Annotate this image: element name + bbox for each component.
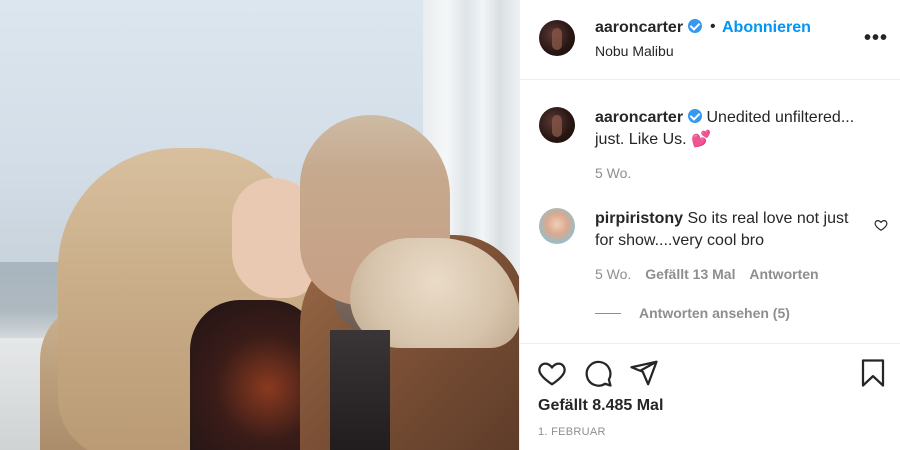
caption-timestamp[interactable]: 5 Wo. bbox=[595, 165, 631, 181]
post-header: aaroncarter • Abonnieren Nobu Malibu ••• bbox=[520, 0, 900, 80]
view-replies-button[interactable]: Antworten ansehen (5) bbox=[595, 305, 790, 321]
comment-likes-count[interactable]: Gefällt 13 Mal bbox=[645, 266, 735, 282]
author-username[interactable]: aaroncarter bbox=[595, 19, 703, 37]
author-avatar[interactable] bbox=[539, 20, 575, 56]
verified-badge-icon bbox=[688, 109, 703, 123]
separator-dot: • bbox=[710, 18, 716, 35]
bookmark-icon[interactable] bbox=[858, 358, 888, 388]
photo-man-shirt bbox=[330, 330, 390, 450]
comment-like-heart-icon[interactable] bbox=[874, 218, 888, 232]
replies-divider-line bbox=[595, 313, 621, 314]
verified-badge-icon bbox=[688, 19, 703, 33]
post-photo[interactable] bbox=[0, 0, 519, 450]
caption-username[interactable]: aaroncarter bbox=[595, 109, 683, 126]
post-actions: Gefällt 8.485 Mal 1. FEBRUAR bbox=[520, 343, 900, 450]
heart-icon[interactable] bbox=[537, 358, 567, 388]
post-date[interactable]: 1. FEBRUAR bbox=[538, 426, 606, 438]
share-icon[interactable] bbox=[629, 358, 659, 388]
likes-count[interactable]: Gefällt 8.485 Mal bbox=[538, 397, 663, 415]
view-replies-label[interactable]: Antworten ansehen (5) bbox=[639, 305, 790, 321]
post-location[interactable]: Nobu Malibu bbox=[595, 43, 674, 59]
caption-avatar[interactable] bbox=[539, 107, 575, 143]
post-side-panel: aaroncarter • Abonnieren Nobu Malibu •••… bbox=[519, 0, 900, 450]
follow-button[interactable]: Abonnieren bbox=[722, 19, 811, 37]
caption-text: aaroncarter Unedited unfiltered... just.… bbox=[595, 107, 885, 151]
reply-button[interactable]: Antworten bbox=[749, 266, 818, 282]
commenter-avatar[interactable] bbox=[539, 208, 575, 244]
more-options-icon[interactable]: ••• bbox=[864, 28, 888, 48]
commenter-username[interactable]: pirpiristony bbox=[595, 210, 683, 227]
author-username-text[interactable]: aaroncarter bbox=[595, 19, 683, 36]
comment-meta: 5 Wo. Gefällt 13 Mal Antworten bbox=[595, 266, 829, 282]
comment-timestamp[interactable]: 5 Wo. bbox=[595, 266, 631, 282]
comment-icon[interactable] bbox=[583, 358, 613, 388]
comment-text: pirpiristony So its real love not just f… bbox=[595, 208, 865, 252]
